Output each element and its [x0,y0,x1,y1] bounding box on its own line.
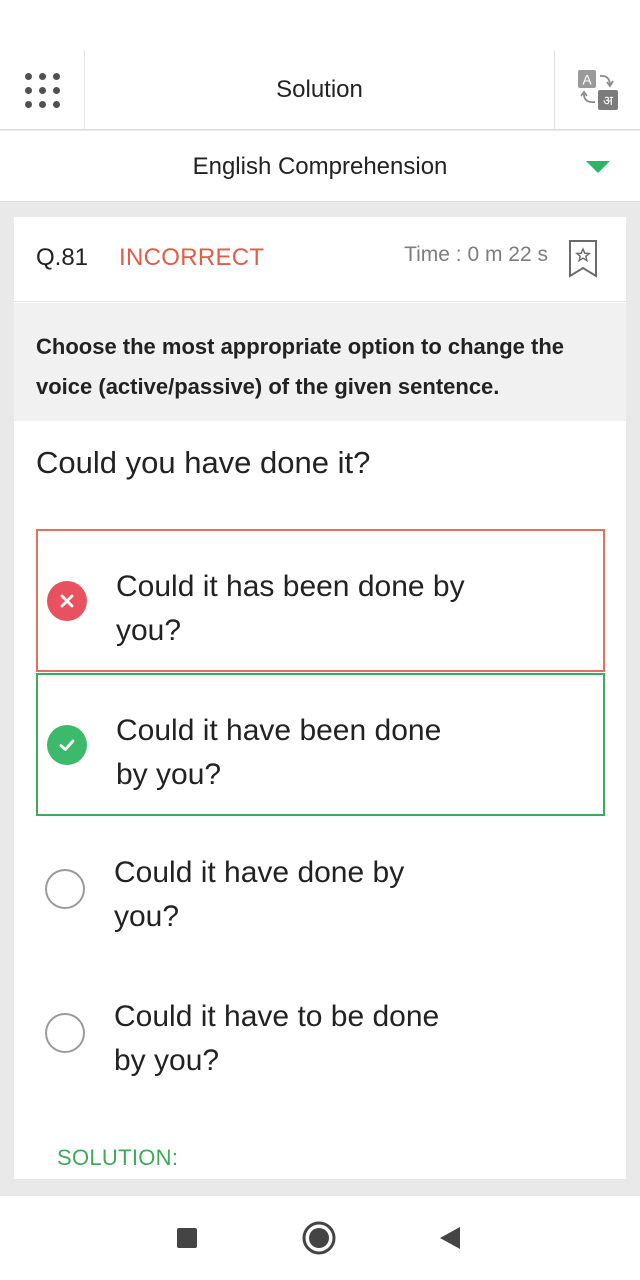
section-name: English Comprehension [192,152,448,180]
app-bar: Solution A अ [0,50,640,130]
cross-icon [47,580,87,621]
option-3[interactable]: Could it have done by you? [36,817,605,960]
question-card: Q.81 INCORRECT Time : 0 m 22 s Choose th… [14,217,626,1179]
option-4[interactable]: Could it have to be done by you? [36,961,605,1104]
option-1[interactable]: Could it has been done by you? [36,529,605,672]
translate-icon: A अ [577,70,618,110]
svg-text:अ: अ [603,94,614,109]
option-text: Could it have to be done by you? [114,1000,440,1077]
bookmark-star-icon[interactable] [567,239,599,279]
check-icon [47,724,87,765]
circle-home-icon [302,1221,336,1255]
recents-button[interactable] [165,1216,209,1260]
page-title: Solution [276,76,363,103]
translate-button[interactable]: A अ [554,50,640,130]
result-status: INCORRECT [119,244,265,271]
system-nav-bar [0,1196,640,1280]
radio-icon [45,868,85,909]
square-recents-icon [177,1228,197,1248]
option-text: Could it have been done by you? [116,714,442,791]
option-text: Could it have done by you? [114,856,405,933]
radio-icon [45,1012,85,1053]
solution-label: SOLUTION: [57,1145,179,1170]
question-instruction: Choose the most appropriate option to ch… [14,303,626,421]
home-button[interactable] [297,1216,341,1260]
svg-text:A: A [582,72,592,88]
option-2[interactable]: Could it have been done by you? [36,673,605,816]
question-header: Q.81 INCORRECT Time : 0 m 22 s [14,217,626,302]
grid-menu-icon [24,72,60,108]
question-number: Q.81 [36,244,89,271]
caret-down-icon [586,161,610,173]
status-bar [0,0,640,50]
triangle-back-icon [440,1227,460,1249]
back-button[interactable] [428,1216,472,1260]
option-text: Could it has been done by you? [116,570,465,647]
menu-button[interactable] [0,50,85,130]
question-text: Could you have done it? [36,445,371,480]
time-taken: Time : 0 m 22 s [404,243,548,266]
section-selector[interactable]: English Comprehension [0,131,640,202]
